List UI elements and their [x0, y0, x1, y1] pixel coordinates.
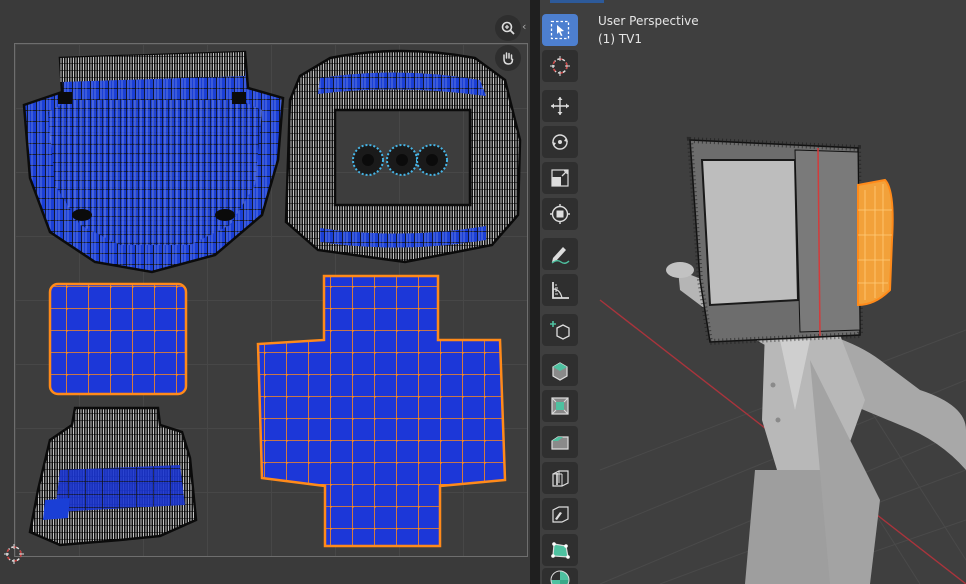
3d-viewport[interactable]: User Perspective (1) TV1 [540, 0, 966, 584]
transform-icon [550, 204, 570, 224]
spin-icon [550, 570, 570, 584]
rotate-tool[interactable] [542, 126, 578, 158]
viewport-toolbar [540, 8, 582, 584]
uv-island-bezel-frame[interactable] [284, 49, 522, 264]
viewport-scene[interactable] [540, 0, 966, 584]
inset-faces-tool[interactable] [542, 390, 578, 422]
scale-icon [551, 169, 569, 187]
spin-tool[interactable] [542, 568, 578, 584]
viewport-view-label: User Perspective [598, 14, 699, 28]
3d-cursor-icon [550, 56, 570, 76]
uv-island-back[interactable] [28, 406, 198, 547]
tv-model[interactable] [686, 136, 894, 346]
hand-pan-icon[interactable] [495, 45, 521, 71]
uv-editor[interactable]: ‹ [0, 0, 530, 584]
move-tool[interactable] [542, 90, 578, 122]
measure-icon [552, 282, 569, 299]
select-box-tool[interactable] [542, 14, 578, 46]
knife-tool[interactable] [542, 498, 578, 530]
bevel-tool[interactable] [542, 426, 578, 458]
rotate-icon [552, 134, 568, 150]
poly-build-tool[interactable] [542, 534, 578, 566]
move-icon [551, 97, 569, 115]
transform-tool[interactable] [542, 198, 578, 230]
uv-islands[interactable] [0, 0, 530, 584]
viewport-object-label: (1) TV1 [598, 32, 642, 46]
area-divider[interactable] [530, 0, 540, 584]
select-box-icon [550, 20, 570, 40]
loop-cut-tool[interactable] [542, 462, 578, 494]
scale-tool[interactable] [542, 162, 578, 194]
annotate-tool[interactable] [542, 238, 578, 270]
zoom-in-icon[interactable] [495, 15, 521, 41]
poly-build-icon [551, 542, 570, 559]
add-cube-icon [550, 321, 570, 340]
collapse-arrow-icon[interactable]: ‹ [522, 20, 526, 33]
extrude-tool[interactable] [542, 354, 578, 386]
add-cube-tool[interactable] [542, 314, 578, 346]
uv-island-screen[interactable] [48, 282, 188, 396]
extrude-icon [552, 362, 568, 381]
annotate-icon [551, 247, 570, 264]
bevel-icon [551, 436, 569, 450]
uv-island-bezel-front[interactable] [22, 50, 285, 274]
loop-cut-icon [552, 470, 569, 487]
knife-icon [552, 506, 569, 523]
inset-faces-icon [551, 397, 569, 415]
uv-island-knobs[interactable] [352, 144, 448, 176]
measure-tool[interactable] [542, 274, 578, 306]
2d-cursor-icon[interactable] [3, 543, 25, 565]
uv-island-box-cross[interactable] [256, 274, 507, 548]
cursor-tool[interactable] [542, 50, 578, 82]
